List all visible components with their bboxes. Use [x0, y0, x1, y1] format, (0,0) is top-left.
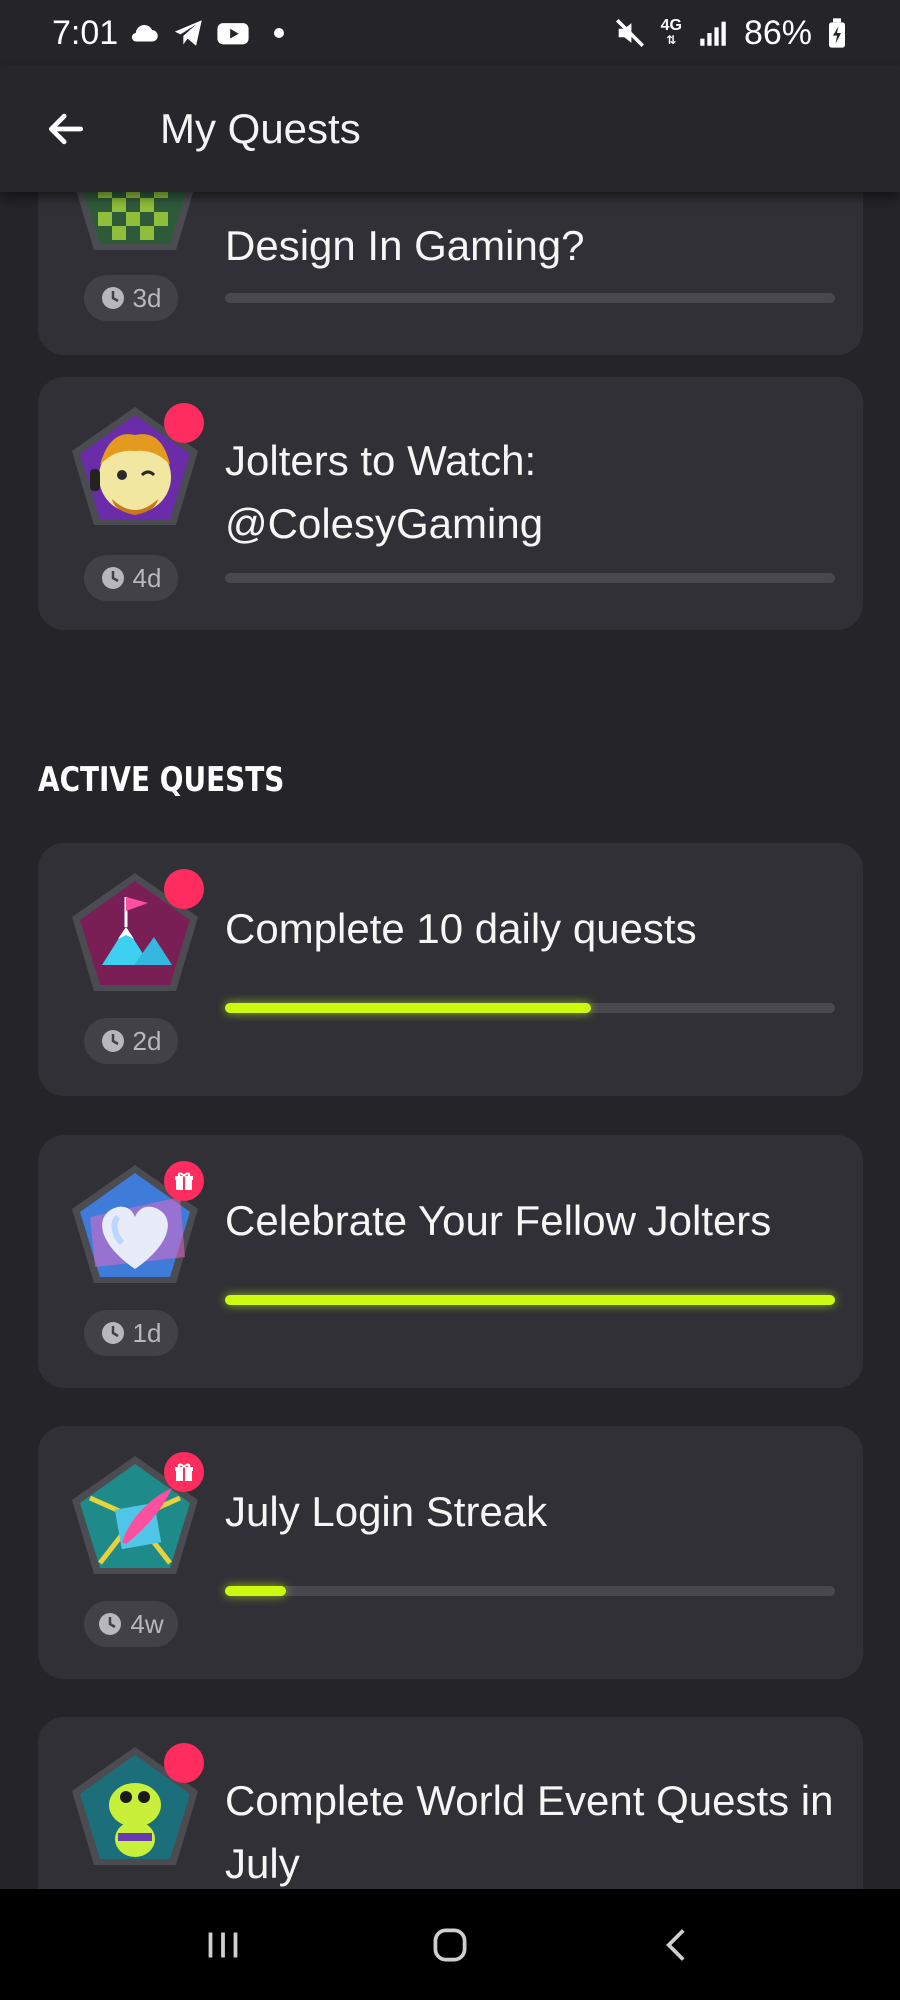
clock-icon [99, 1613, 122, 1635]
quest-badge [60, 1448, 210, 1598]
quest-card[interactable]: Complete 10 daily quests 2d [38, 843, 863, 1096]
chevron-left-icon [665, 1928, 685, 1961]
time-left-badge: 4w [84, 1601, 178, 1647]
status-left: 7:01 [52, 13, 285, 53]
quest-title: Complete World Event Quests in July [225, 1777, 834, 1887]
progress-bar [225, 1586, 835, 1596]
quest-badge [60, 399, 210, 549]
network-type: 4G ⇅ [660, 17, 682, 48]
quest-list[interactable]: Design In Gaming? 3d Jolters to Watch: @… [0, 192, 900, 1889]
status-bar: 7:01 4G ⇅ 86% [0, 0, 900, 66]
progress-fill [225, 1295, 835, 1305]
recents-button[interactable] [183, 1905, 263, 1985]
system-back-button[interactable] [637, 1905, 717, 1985]
notification-dot-icon [274, 28, 285, 38]
quest-badge [60, 1157, 210, 1307]
gift-icon [175, 1463, 193, 1481]
quest-card[interactable]: Complete World Event Quests in July [38, 1717, 863, 1889]
home-button[interactable] [410, 1905, 490, 1985]
status-time: 7:01 [52, 13, 119, 52]
quest-title: July Login Streak [225, 1488, 548, 1535]
app-bar: My Quests [0, 66, 900, 192]
arrow-left-icon [48, 113, 84, 145]
progress-bar [225, 573, 835, 583]
section-header-active-quests: ACTIVE QUESTS [38, 760, 285, 800]
clock-icon [101, 1030, 124, 1052]
progress-bar [225, 293, 835, 303]
system-nav-bar [0, 1889, 900, 2000]
gift-icon [175, 1172, 193, 1190]
time-left-badge: 2d [84, 1018, 178, 1064]
progress-fill [225, 1003, 591, 1013]
progress-fill [225, 1586, 286, 1596]
home-icon [433, 1928, 467, 1961]
cloud-icon [128, 16, 162, 50]
quest-title: Complete 10 daily quests [225, 905, 697, 952]
youtube-icon [216, 16, 250, 50]
time-left-badge: 1d [84, 1310, 178, 1356]
gift-indicator [164, 1161, 204, 1201]
quest-badge [60, 865, 210, 1015]
status-right: 4G ⇅ 86% [613, 14, 848, 53]
quest-title: Jolters to Watch: @ColesyGaming [225, 437, 544, 547]
quest-card[interactable]: Jolters to Watch: @ColesyGaming 4d [38, 377, 863, 630]
checkered-badge-icon [76, 192, 194, 250]
time-left-badge: 3d [84, 275, 178, 321]
quest-badge [60, 192, 210, 274]
battery-icon [826, 16, 848, 50]
clock-icon [101, 567, 124, 589]
progress-bar [225, 1003, 835, 1013]
quest-title: Design In Gaming? [225, 222, 585, 269]
progress-bar [225, 1295, 835, 1305]
signal-icon [696, 16, 730, 50]
battery-percent: 86% [743, 13, 812, 52]
quest-card[interactable]: July Login Streak 4w [38, 1426, 863, 1679]
clock-icon [101, 1322, 124, 1344]
time-left-badge: 4d [84, 555, 178, 601]
notification-dot [164, 869, 204, 909]
back-button[interactable] [34, 97, 98, 161]
quest-title: Celebrate Your Fellow Jolters [225, 1197, 772, 1244]
quest-card[interactable]: Design In Gaming? 3d [38, 192, 863, 355]
page-title: My Quests [160, 105, 361, 152]
clock-icon [101, 287, 124, 309]
quest-badge [60, 1739, 210, 1889]
recents-icon [208, 1932, 238, 1957]
gift-indicator [164, 1452, 204, 1492]
notification-dot [164, 1743, 204, 1783]
quest-card[interactable]: Celebrate Your Fellow Jolters 1d [38, 1135, 863, 1388]
notification-dot [164, 403, 204, 443]
telegram-icon [172, 16, 206, 50]
mute-icon [613, 16, 647, 50]
